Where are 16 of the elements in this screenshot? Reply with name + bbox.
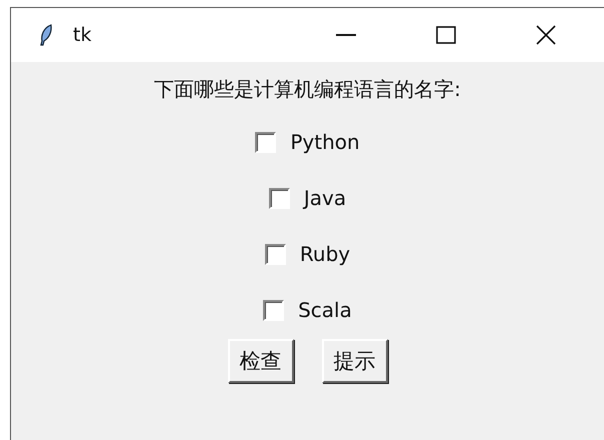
maximize-icon — [436, 26, 456, 44]
checkbox-label: Ruby — [300, 242, 350, 266]
minimize-icon — [336, 34, 356, 36]
checkbox-label: Java — [304, 186, 346, 210]
close-icon — [535, 24, 557, 46]
action-button[interactable]: 检查 — [228, 339, 294, 383]
checkbox-label: Scala — [298, 298, 352, 322]
question-text: 下面哪些是计算机编程语言的名字: — [154, 76, 461, 103]
window-title: tk — [73, 24, 92, 46]
action-button[interactable]: 提示 — [322, 339, 388, 383]
checkbox[interactable] — [264, 244, 286, 264]
checkbox[interactable] — [255, 132, 276, 152]
checkbox-label: Python — [290, 130, 360, 154]
checkbox[interactable] — [268, 188, 290, 208]
checkbox[interactable] — [263, 300, 284, 320]
feather-icon — [39, 24, 53, 46]
